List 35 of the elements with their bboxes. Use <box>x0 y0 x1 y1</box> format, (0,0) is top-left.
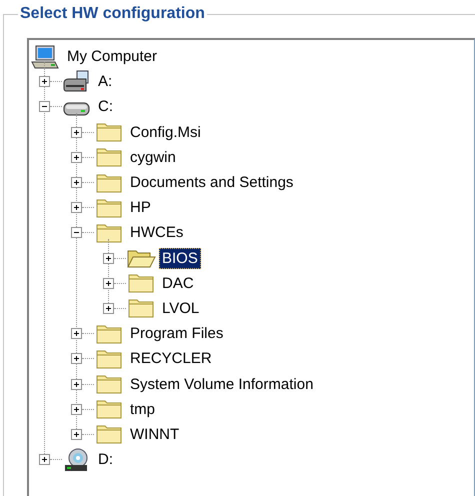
expand-toggle[interactable] <box>39 454 50 466</box>
tree-item[interactable]: cygwin <box>127 146 179 168</box>
tree-item[interactable]: HWCEs <box>127 222 186 244</box>
tree-item[interactable]: D: <box>95 449 116 470</box>
expand-toggle[interactable] <box>71 404 82 415</box>
tree-item[interactable]: WINNT <box>127 424 182 445</box>
expand-toggle[interactable] <box>71 378 82 390</box>
expand-toggle[interactable] <box>71 152 82 163</box>
tree-item[interactable]: HP <box>127 197 154 218</box>
tree-item[interactable]: DAC <box>159 272 197 294</box>
tree-item[interactable]: Config.Msi <box>127 122 204 143</box>
tree-item[interactable]: BIOS <box>159 248 201 269</box>
tree-item[interactable]: Documents and Settings <box>127 172 296 194</box>
tree-item[interactable]: My Computer <box>64 46 160 68</box>
tree-item[interactable]: LVOL <box>159 298 202 319</box>
expand-toggle[interactable] <box>71 227 82 238</box>
expand-toggle[interactable] <box>39 76 50 88</box>
tree-item[interactable]: Program Files <box>127 323 226 344</box>
expand-toggle[interactable] <box>71 202 82 214</box>
tree-item[interactable]: tmp <box>127 398 158 420</box>
expand-toggle[interactable] <box>71 428 82 440</box>
expand-toggle[interactable] <box>39 101 50 112</box>
tree-item[interactable]: A: <box>95 71 116 92</box>
tree-item[interactable]: C: <box>95 96 116 118</box>
expand-toggle[interactable] <box>71 328 82 340</box>
computer-icon <box>31 44 61 69</box>
tree-item[interactable]: RECYCLER <box>127 348 215 370</box>
expand-toggle[interactable] <box>103 252 114 264</box>
group-title: Select HW configuration <box>18 4 207 24</box>
expand-toggle[interactable] <box>103 302 114 314</box>
expand-toggle[interactable] <box>71 126 82 138</box>
tree-item[interactable]: System Volume Information <box>127 374 316 395</box>
expand-toggle[interactable] <box>71 353 82 364</box>
expand-toggle[interactable] <box>103 278 114 289</box>
expand-toggle[interactable] <box>71 177 82 188</box>
